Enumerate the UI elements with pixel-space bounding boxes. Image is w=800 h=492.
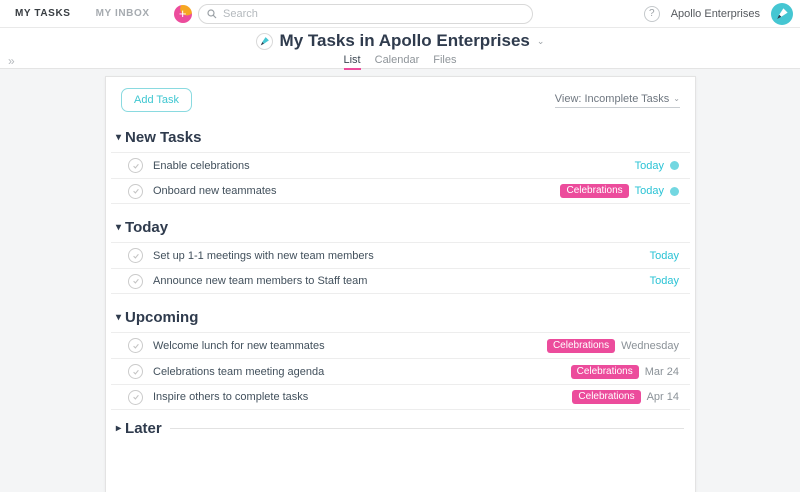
task-list-card: Add Task View: Incomplete Tasks ⌄ ▾ New … xyxy=(105,76,696,492)
content-area: Add Task View: Incomplete Tasks ⌄ ▾ New … xyxy=(0,69,800,492)
topbar: MY TASKS MY INBOX + ? Apollo Enterprises xyxy=(0,0,800,28)
workspace-name[interactable]: Apollo Enterprises xyxy=(671,8,760,20)
section-caret-icon[interactable]: ▾ xyxy=(116,312,121,323)
title-dropdown-caret-icon[interactable]: ⌄ xyxy=(537,36,545,47)
workspace-logo-icon xyxy=(256,33,273,50)
create-task-button[interactable]: + xyxy=(174,5,192,23)
nav-my-tasks[interactable]: MY TASKS xyxy=(15,8,71,19)
task-title[interactable]: Set up 1-1 meetings with new team member… xyxy=(153,250,650,262)
task-meta: Today xyxy=(650,250,679,262)
add-task-button[interactable]: Add Task xyxy=(121,88,192,112)
page-header: » My Tasks in Apollo Enterprises ⌄ List … xyxy=(0,28,800,69)
section-header[interactable]: ▾ Today xyxy=(111,217,690,242)
task-title[interactable]: Onboard new teammates xyxy=(153,185,560,197)
workspace-avatar[interactable] xyxy=(771,3,793,25)
task-row[interactable]: Welcome lunch for new teammates Celebrat… xyxy=(111,332,690,358)
task-tag[interactable]: Celebrations xyxy=(571,365,639,379)
task-meta: Celebrations Apr 14 xyxy=(572,390,679,404)
section-caret-icon[interactable]: ▸ xyxy=(116,423,121,434)
task-row[interactable]: Onboard new teammates Celebrations Today xyxy=(111,178,690,204)
task-due-date: Today xyxy=(635,160,664,172)
section-header[interactable]: ▾ New Tasks xyxy=(111,127,690,152)
topbar-right: ? Apollo Enterprises xyxy=(644,3,800,25)
task-due-date: Wednesday xyxy=(621,340,679,352)
check-circle-icon[interactable] xyxy=(128,390,143,405)
task-due-date: Today xyxy=(650,250,679,262)
section-header[interactable]: ▾ Upcoming xyxy=(111,307,690,332)
task-due-date: Mar 24 xyxy=(645,366,679,378)
unread-dot-icon xyxy=(670,161,679,170)
section-header[interactable]: ▸ Later xyxy=(111,418,690,443)
nav-my-inbox[interactable]: MY INBOX xyxy=(96,8,150,19)
tab-files[interactable]: Files xyxy=(433,54,456,70)
section-title: New Tasks xyxy=(125,129,201,146)
task-title[interactable]: Announce new team members to Staff team xyxy=(153,275,650,287)
task-row[interactable]: Celebrations team meeting agenda Celebra… xyxy=(111,358,690,384)
sidebar-expand-icon[interactable]: » xyxy=(8,55,15,67)
view-filter-dropdown[interactable]: View: Incomplete Tasks ⌄ xyxy=(555,93,680,108)
task-meta: Today xyxy=(650,275,679,287)
search-icon xyxy=(207,9,217,19)
paintbrush-icon xyxy=(775,7,789,21)
task-tag[interactable]: Celebrations xyxy=(572,390,640,404)
task-section: ▾ Upcoming Welcome lunch for new teammat… xyxy=(111,307,690,410)
section-rows: Enable celebrations Today Onboard new te… xyxy=(111,152,690,204)
task-meta: Today xyxy=(635,160,679,172)
check-circle-icon[interactable] xyxy=(128,274,143,289)
section-divider xyxy=(170,428,684,429)
task-tag[interactable]: Celebrations xyxy=(560,184,628,198)
check-circle-icon[interactable] xyxy=(128,158,143,173)
task-title[interactable]: Inspire others to complete tasks xyxy=(153,391,572,403)
title-row: My Tasks in Apollo Enterprises ⌄ xyxy=(256,31,545,51)
task-row[interactable]: Enable celebrations Today xyxy=(111,152,690,178)
check-circle-icon[interactable] xyxy=(128,338,143,353)
task-tag[interactable]: Celebrations xyxy=(547,339,615,353)
task-title[interactable]: Enable celebrations xyxy=(153,160,635,172)
list-toolbar: Add Task View: Incomplete Tasks ⌄ xyxy=(106,77,695,114)
check-circle-icon[interactable] xyxy=(128,184,143,199)
task-meta: Celebrations Wednesday xyxy=(547,339,679,353)
task-meta: Celebrations Today xyxy=(560,184,679,198)
section-title: Later xyxy=(125,420,162,437)
chevron-down-icon: ⌄ xyxy=(673,94,680,103)
section-rows: Set up 1-1 meetings with new team member… xyxy=(111,242,690,294)
view-filter-label: View: Incomplete Tasks xyxy=(555,93,670,105)
section-rows: Welcome lunch for new teammates Celebrat… xyxy=(111,332,690,410)
task-meta: Celebrations Mar 24 xyxy=(571,365,679,379)
task-title[interactable]: Celebrations team meeting agenda xyxy=(153,366,571,378)
task-row[interactable]: Set up 1-1 meetings with new team member… xyxy=(111,242,690,268)
task-due-date: Today xyxy=(650,275,679,287)
task-section: ▸ Later xyxy=(111,418,690,443)
task-row[interactable]: Inspire others to complete tasks Celebra… xyxy=(111,384,690,410)
section-caret-icon[interactable]: ▾ xyxy=(116,132,121,143)
check-circle-icon[interactable] xyxy=(128,364,143,379)
help-button[interactable]: ? xyxy=(644,6,660,22)
unread-dot-icon xyxy=(670,187,679,196)
view-tabs: List Calendar Files xyxy=(344,54,457,70)
task-section: ▾ New Tasks Enable celebrations Today On… xyxy=(111,127,690,204)
search-input[interactable] xyxy=(223,8,524,20)
tab-calendar[interactable]: Calendar xyxy=(375,54,420,70)
tab-list[interactable]: List xyxy=(344,54,361,70)
task-due-date: Today xyxy=(635,185,664,197)
section-title: Today xyxy=(125,219,168,236)
task-title[interactable]: Welcome lunch for new teammates xyxy=(153,340,547,352)
section-title: Upcoming xyxy=(125,309,198,326)
page-title[interactable]: My Tasks in Apollo Enterprises xyxy=(280,31,530,51)
task-row[interactable]: Announce new team members to Staff team … xyxy=(111,268,690,294)
task-section: ▾ Today Set up 1-1 meetings with new tea… xyxy=(111,217,690,294)
task-due-date: Apr 14 xyxy=(647,391,679,403)
section-caret-icon[interactable]: ▾ xyxy=(116,222,121,233)
check-circle-icon[interactable] xyxy=(128,248,143,263)
search-bar[interactable] xyxy=(198,4,533,24)
sections: ▾ New Tasks Enable celebrations Today On… xyxy=(106,127,695,443)
